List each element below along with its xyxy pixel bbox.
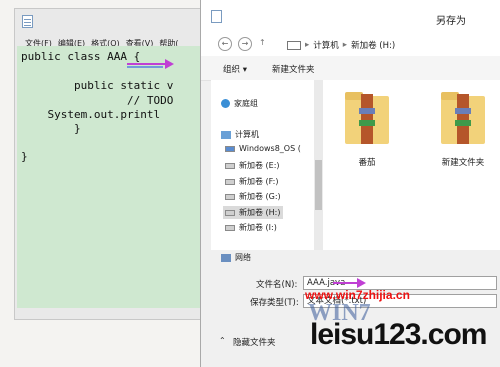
nav-item-homegroup[interactable]: 家庭组 — [221, 98, 258, 109]
nav-item-drive[interactable]: 新加卷 (E:) — [225, 160, 280, 171]
nav-scrollbar[interactable] — [314, 80, 323, 250]
nav-item-network[interactable]: 网络 — [221, 252, 251, 263]
nav-label: 新加卷 (G:) — [239, 192, 281, 201]
code-line: public static v — [21, 79, 174, 92]
filetype-label: 保存类型(T): — [250, 298, 299, 308]
new-folder-button[interactable]: 新建文件夹 — [272, 63, 315, 75]
breadcrumb[interactable]: ▸ 计算机 ▸ 新加卷 (H:) — [287, 37, 395, 53]
hide-folders-button[interactable]: 隐藏文件夹 — [233, 336, 276, 348]
drive-icon — [225, 145, 235, 152]
nav-item-drive[interactable]: Windows8_OS ( — [225, 144, 301, 153]
notepad-titlebar — [15, 9, 227, 33]
nav-label: 计算机 — [235, 130, 259, 139]
code-line: } — [21, 150, 28, 163]
forward-icon[interactable]: → — [238, 37, 252, 51]
scrollbar-thumb[interactable] — [315, 160, 322, 210]
computer-icon — [221, 130, 231, 139]
file-list: 番茄 新建文件夹 — [326, 80, 500, 250]
drive-icon — [225, 162, 235, 169]
folder-label[interactable]: 番茄 — [332, 156, 402, 168]
dialog-icon — [211, 10, 222, 23]
watermark-site: www.win7zhijia.cn — [305, 288, 410, 302]
nav-label: 新加卷 (F:) — [239, 177, 279, 186]
homegroup-icon — [221, 99, 230, 108]
breadcrumb-drive[interactable]: 新加卷 (H:) — [351, 39, 395, 51]
drive-icon — [225, 224, 235, 231]
notepad-icon — [22, 15, 33, 28]
watermark-brand: leisu123.com — [310, 318, 487, 351]
nav-item-drive[interactable]: 新加卷 (I:) — [225, 222, 277, 233]
navigation-pane: 家庭组 计算机 Windows8_OS ( 新加卷 (E:) 新加卷 (F:) … — [211, 80, 326, 250]
nav-item-drive-selected[interactable]: 新加卷 (H:) — [223, 206, 283, 219]
dialog-toolbar: 组织 ▾ 新建文件夹 — [201, 56, 500, 81]
folder-icon[interactable] — [439, 88, 487, 146]
nav-label: 网络 — [235, 253, 251, 262]
up-icon[interactable]: ↑ — [259, 38, 266, 47]
breadcrumb-computer[interactable]: 计算机 — [313, 39, 339, 51]
folder-label[interactable]: 新建文件夹 — [428, 156, 498, 168]
dialog-titlebar: 另存为 — [201, 0, 500, 34]
dialog-title: 另存为 — [436, 16, 466, 27]
chevron-up-icon[interactable]: ⌃ — [219, 336, 226, 345]
drive-icon — [225, 193, 235, 200]
drive-icon — [225, 209, 235, 216]
network-icon — [221, 253, 231, 262]
nav-item-computer[interactable]: 计算机 — [221, 129, 259, 140]
nav-label: 新加卷 (E:) — [239, 161, 280, 170]
nav-label: 新加卷 (H:) — [239, 208, 281, 217]
filename-label: 文件名(N): — [256, 280, 298, 290]
drive-icon — [225, 178, 235, 185]
pointer-arrow-icon — [127, 59, 174, 69]
nav-item-drive[interactable]: 新加卷 (F:) — [225, 176, 278, 187]
organize-button[interactable]: 组织 ▾ — [223, 63, 247, 75]
notepad-editor[interactable]: public class AAA { public static v // TO… — [17, 46, 217, 308]
nav-label: 家庭组 — [234, 99, 258, 108]
code-line: // TODO — [21, 94, 174, 107]
computer-icon — [287, 40, 301, 50]
back-icon[interactable]: ← — [218, 37, 232, 51]
code-line: System.out.printl — [21, 108, 161, 121]
folder-icon[interactable] — [343, 88, 391, 146]
address-bar: ← → ↑ ▸ 计算机 ▸ 新加卷 (H:) — [201, 34, 500, 56]
nav-label: Windows8_OS ( — [239, 144, 301, 153]
nav-label: 新加卷 (I:) — [239, 223, 277, 232]
nav-item-drive[interactable]: 新加卷 (G:) — [225, 191, 281, 202]
code-line: } — [21, 122, 81, 135]
code-line: public class AAA { — [21, 50, 141, 63]
